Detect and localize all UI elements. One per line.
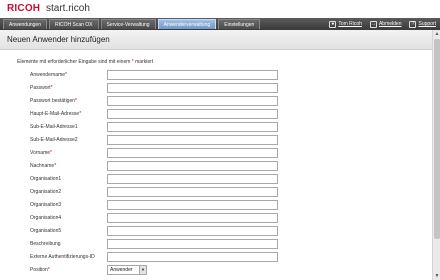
form-row-organisation1: Organisation1	[28, 173, 288, 186]
notice-text-start: Elemente mit erforderlicher Eingabe sind…	[17, 59, 132, 65]
description-input[interactable]	[107, 239, 278, 249]
tab-anwenderverwaltung[interactable]: Anwenderverwaltung	[157, 19, 217, 29]
password-confirm-input[interactable]	[107, 96, 278, 106]
password-label: Passwort*	[30, 85, 53, 91]
form-row-description: Beschreibung	[28, 238, 288, 251]
support-link[interactable]: Support	[418, 21, 436, 27]
organisation4-input[interactable]	[107, 213, 278, 223]
logout-icon: →	[369, 20, 377, 28]
position-label: Position*	[30, 267, 50, 273]
form-row-organisation3: Organisation3	[28, 199, 288, 212]
username-input[interactable]	[107, 70, 278, 80]
app-title: start.ricoh	[46, 3, 90, 14]
logout-link[interactable]: Abmelden	[379, 21, 402, 27]
form-row-main-email: Haupt-E-Mail-Adresse*	[28, 108, 288, 121]
support-item[interactable]: ? Support	[409, 20, 436, 28]
form-row-username: Anwendername*	[28, 69, 288, 82]
form-row-position: Position* Anwender ▼	[28, 264, 288, 277]
sub-email1-input[interactable]	[107, 122, 278, 132]
page-header: Neuen Anwender hinzufügen	[0, 30, 432, 50]
form-row-organisation4: Organisation4	[28, 212, 288, 225]
position-select[interactable]: Anwender ▼	[107, 265, 147, 275]
sub-email2-label: Sub-E-Mail-Adresse2	[30, 137, 78, 143]
position-selected-value: Anwender	[110, 267, 133, 273]
ricoh-logo: RICOH	[7, 3, 41, 14]
sub-email2-input[interactable]	[107, 135, 278, 145]
sub-email1-label: Sub-E-Mail-Adresse1	[30, 124, 78, 130]
logout-item[interactable]: → Abmelden	[369, 20, 402, 28]
scroll-up-arrow-icon[interactable]: ▲	[433, 30, 440, 38]
form-row-organisation5: Organisation5	[28, 225, 288, 238]
form-row-sub-email2: Sub-E-Mail-Adresse2	[28, 134, 288, 147]
vertical-scrollbar[interactable]: ▲ ▼	[432, 30, 440, 280]
user-item[interactable]: ● Tom Ricoh	[329, 20, 362, 28]
form-row-organisation2: Organisation2	[28, 186, 288, 199]
tab-service-verwaltung[interactable]: Service-Verwaltung	[100, 19, 156, 29]
tab-einstellungen[interactable]: Einstellungen	[218, 19, 261, 29]
last-name-input[interactable]	[107, 161, 278, 171]
organisation2-input[interactable]	[107, 187, 278, 197]
user-link[interactable]: Tom Ricoh	[338, 21, 362, 27]
password-confirm-label: Passwort bestätigen*	[30, 98, 77, 104]
required-notice: Elemente mit erforderlicher Eingabe sind…	[17, 59, 153, 65]
password-input[interactable]	[107, 83, 278, 93]
tab-strip: Anwendungen RICOH Scan OX Service-Verwal…	[3, 19, 262, 30]
form-row-password-confirm: Passwort bestätigen*	[28, 95, 288, 108]
organisation1-input[interactable]	[107, 174, 278, 184]
form-row-sub-email1: Sub-E-Mail-Adresse1	[28, 121, 288, 134]
tab-anwendungen[interactable]: Anwendungen	[3, 19, 47, 29]
form-row-password: Passwort*	[28, 82, 288, 95]
external-auth-id-label: Externe Authentifizierungs-ID	[30, 254, 95, 260]
organisation3-label: Organisation3	[30, 202, 62, 208]
user-menu: ● Tom Ricoh → Abmelden ? Support	[321, 19, 436, 29]
main-email-label: Haupt-E-Mail-Adresse*	[30, 111, 82, 117]
user-icon: ●	[329, 20, 337, 28]
notice-text-end: markiert	[133, 59, 154, 65]
page-title: Neuen Anwender hinzufügen	[7, 35, 110, 44]
scroll-thumb[interactable]	[434, 39, 440, 239]
organisation5-input[interactable]	[107, 226, 278, 236]
organisation1-label: Organisation1	[30, 176, 62, 182]
nav-bar: Anwendungen RICOH Scan OX Service-Verwal…	[0, 18, 440, 30]
organisation5-label: Organisation5	[30, 228, 62, 234]
organisation3-input[interactable]	[107, 200, 278, 210]
user-form: Anwendername* Passwort* Passwort bestäti…	[28, 69, 288, 277]
form-row-external-auth-id: Externe Authentifizierungs-ID	[28, 251, 288, 264]
last-name-label: Nachname*	[30, 163, 57, 169]
help-icon: ?	[409, 20, 417, 28]
chevron-down-icon[interactable]: ▼	[139, 266, 146, 274]
scroll-down-arrow-icon[interactable]: ▼	[433, 272, 440, 280]
form-row-first-name: Vorname*	[28, 147, 288, 160]
first-name-input[interactable]	[107, 148, 278, 158]
username-label: Anwendername*	[30, 72, 67, 78]
first-name-label: Vorname*	[30, 150, 52, 156]
organisation4-label: Organisation4	[30, 215, 62, 221]
main-email-input[interactable]	[107, 109, 278, 119]
external-auth-id-input[interactable]	[107, 252, 278, 262]
organisation2-label: Organisation2	[30, 189, 62, 195]
form-row-last-name: Nachname*	[28, 160, 288, 173]
app-header: RICOH start.ricoh	[0, 0, 440, 18]
description-label: Beschreibung	[30, 241, 61, 247]
tab-ricoh-scan-ox[interactable]: RICOH Scan OX	[48, 19, 99, 29]
main-content: Neuen Anwender hinzufügen Elemente mit e…	[0, 30, 432, 280]
